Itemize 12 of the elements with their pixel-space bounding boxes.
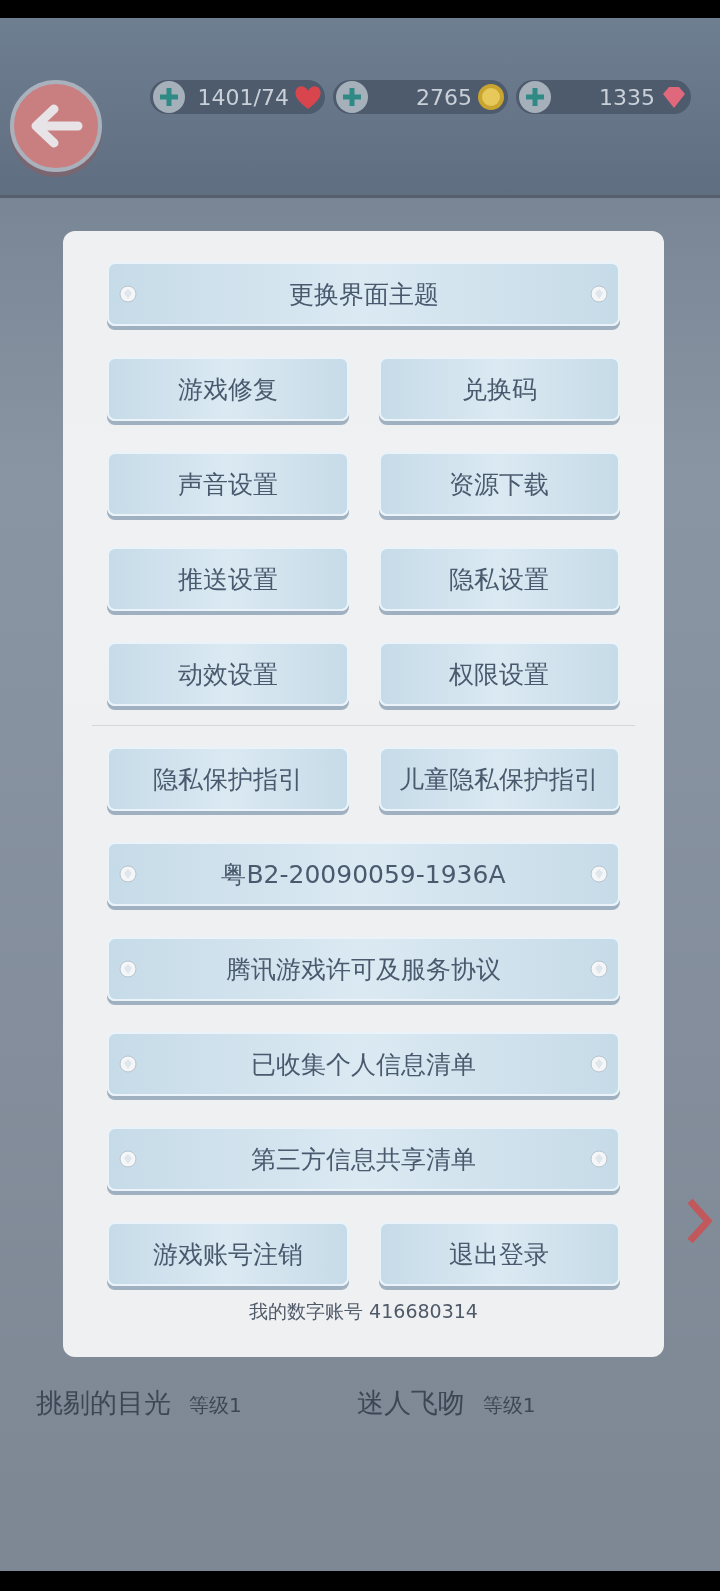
skill-level: 等级1 bbox=[189, 1392, 242, 1419]
counter-value: 1335 bbox=[598, 84, 655, 110]
coin-icon bbox=[476, 82, 506, 112]
plus-icon[interactable] bbox=[152, 80, 186, 114]
account-number: 我的数字账号 416680314 bbox=[248, 1299, 479, 1324]
skill-name: 迷人飞吻 bbox=[356, 1386, 465, 1420]
plus-icon[interactable] bbox=[335, 80, 369, 114]
skill-name: 挑剔的目光 bbox=[36, 1386, 171, 1420]
counter-value: 1401/74 bbox=[196, 84, 289, 110]
counter-value: 2765 bbox=[415, 84, 472, 110]
plus-icon[interactable] bbox=[518, 80, 552, 114]
skill-level: 等级1 bbox=[482, 1392, 536, 1419]
